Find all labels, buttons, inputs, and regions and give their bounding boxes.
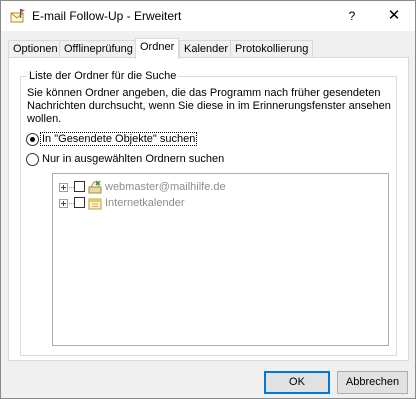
envelope-flag-icon — [10, 8, 26, 24]
calendar-icon — [87, 195, 103, 211]
radio-button[interactable] — [26, 153, 39, 166]
tab-optionen[interactable]: Optionen — [8, 40, 63, 58]
tab-protokollierung[interactable]: Protokollierung — [230, 40, 314, 58]
mailbox-icon — [87, 179, 103, 195]
help-button[interactable]: ? — [337, 1, 367, 31]
tab-offlinepruefung[interactable]: Offlineprüfung — [59, 40, 138, 58]
tab-panel-ordner: Liste der Ordner für die Suche Sie könne… — [8, 57, 409, 361]
tab-ordner[interactable]: Ordner — [135, 38, 180, 59]
radio-sent-items-label: In "Gesendete Objekte" suchen — [40, 132, 198, 146]
tree-item-checkbox[interactable] — [74, 197, 85, 208]
dialog-window: E-mail Follow-Up - Erweitert ? ✕ Optione… — [0, 0, 416, 399]
tree-item-label: Internetkalender — [105, 197, 185, 209]
cancel-button[interactable]: Abbrechen — [337, 371, 408, 394]
folder-tree[interactable]: webmaster@mailhilfe.de Internetkalender — [52, 173, 389, 346]
tab-kalender[interactable]: Kalender — [179, 40, 234, 58]
tree-item-label: webmaster@mailhilfe.de — [105, 181, 226, 193]
window-title: E-mail Follow-Up - Erweitert — [32, 9, 182, 23]
tree-item-checkbox[interactable] — [74, 181, 85, 192]
group-description: Sie können Ordner angeben, die das Progr… — [27, 87, 391, 125]
ok-button[interactable]: OK — [264, 371, 330, 394]
expand-icon[interactable] — [59, 183, 68, 192]
title-bar: E-mail Follow-Up - Erweitert ? ✕ — [1, 1, 415, 31]
radio-button[interactable] — [26, 133, 39, 146]
radio-selected-folders-label: Nur in ausgewählten Ordnern suchen — [42, 153, 225, 165]
group-legend: Liste der Ordner für die Suche — [27, 70, 179, 82]
expand-icon[interactable] — [59, 199, 68, 208]
close-button[interactable]: ✕ — [373, 1, 415, 31]
folder-list-group: Liste der Ordner für die Suche Sie könne… — [20, 70, 397, 356]
